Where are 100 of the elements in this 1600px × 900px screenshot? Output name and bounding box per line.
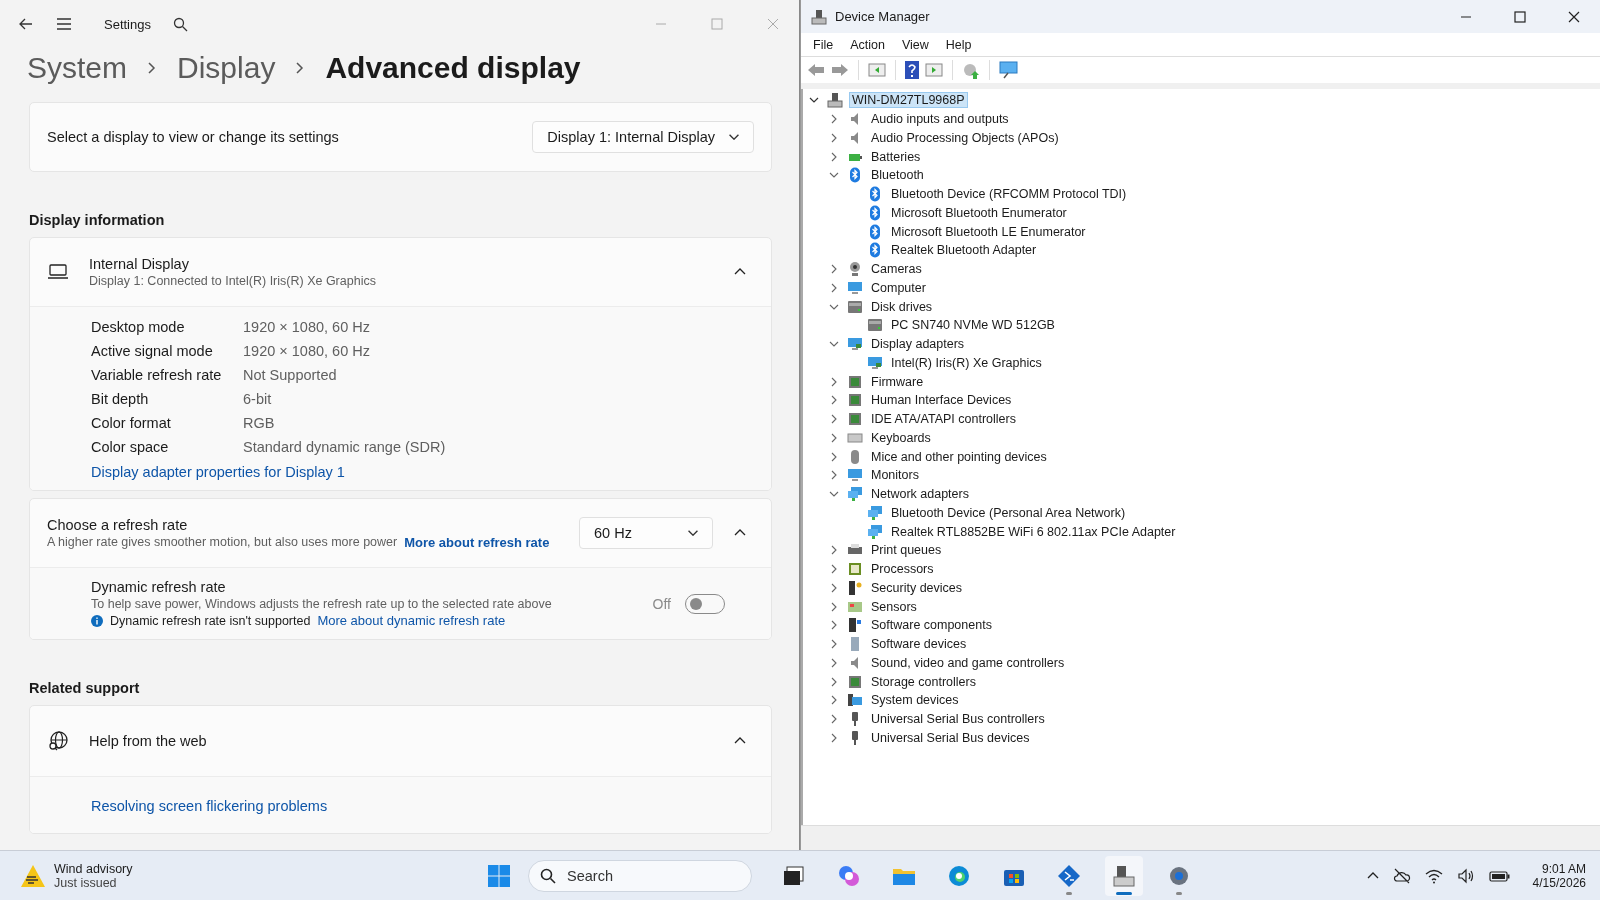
chevron-right-icon[interactable] — [829, 564, 839, 575]
start-icon[interactable] — [487, 863, 511, 888]
tree-item[interactable]: Firmware — [869, 374, 926, 389]
chevron-right-icon[interactable] — [829, 395, 839, 406]
tree-item[interactable]: Microsoft Bluetooth Enumerator — [889, 205, 1069, 220]
wind-warning-icon[interactable] — [20, 863, 46, 888]
device-icon — [847, 579, 863, 596]
monitor-icon — [847, 336, 863, 353]
webcam-icon — [847, 261, 863, 278]
back-icon[interactable] — [18, 16, 34, 32]
chevron-right-icon[interactable] — [829, 470, 839, 481]
tree-item[interactable]: Intel(R) Iris(R) Xe Graphics — [889, 355, 1044, 370]
chevron-right-icon[interactable] — [829, 376, 839, 387]
refresh-rate-link[interactable]: More about refresh rate — [404, 534, 550, 550]
chevron-right-icon[interactable] — [829, 620, 839, 631]
tree-item[interactable]: Sound, video and game controllers — [869, 655, 1067, 670]
close-icon[interactable] — [1568, 10, 1580, 23]
chevron-right-icon[interactable] — [829, 451, 839, 462]
clock-date[interactable]: 4/15/2026 — [1532, 875, 1586, 890]
tree-item[interactable]: Security devices — [869, 580, 964, 595]
chevron-right-icon[interactable] — [829, 639, 839, 650]
breadcrumb-item[interactable]: System — [27, 51, 128, 85]
breadcrumb-item[interactable]: Display — [177, 51, 276, 85]
info-note: Dynamic refresh rate isn't supported — [110, 613, 311, 628]
adapter-properties-link[interactable]: Display adapter properties for Display 1 — [91, 464, 711, 480]
tree-item[interactable]: Batteries — [869, 149, 923, 164]
chevron-right-icon[interactable] — [829, 695, 839, 706]
scan-hardware-icon[interactable] — [999, 61, 1019, 79]
tree-item[interactable]: Human Interface Devices — [869, 393, 1014, 408]
chevron-right-icon[interactable] — [829, 657, 839, 668]
tree-item[interactable]: Realtek Bluetooth Adapter — [889, 243, 1039, 258]
tree-item[interactable]: Universal Serial Bus devices — [869, 730, 1032, 745]
window-title: Settings — [104, 16, 151, 32]
search-field[interactable]: Search — [528, 859, 752, 892]
property-label: Variable refresh rate — [91, 367, 223, 383]
tree-item[interactable]: Microsoft Bluetooth LE Enumerator — [889, 224, 1088, 239]
panel-icon[interactable] — [925, 62, 943, 78]
tree-item[interactable]: Display adapters — [869, 337, 967, 352]
tree-item[interactable]: Computer — [869, 280, 928, 295]
tree-item[interactable]: Cameras — [869, 262, 924, 277]
tree-item[interactable]: Software devices — [869, 637, 969, 652]
tree-item[interactable]: Sensors — [869, 599, 919, 614]
chevron-right-icon[interactable] — [829, 282, 839, 293]
display-description: Display 1: Connected to Intel(R) Iris(R) Xe Graphics — [89, 274, 377, 288]
tree-item[interactable]: System devices — [869, 693, 961, 708]
refresh-rate-dropdown[interactable]: 60 Hz — [579, 517, 713, 549]
chevron-right-icon[interactable] — [829, 414, 839, 425]
tree-item[interactable]: WIN-DM27TL9968P — [849, 92, 968, 109]
chevron-right-icon[interactable] — [829, 114, 839, 125]
tree-item[interactable]: Bluetooth Device (Personal Area Network) — [889, 505, 1128, 520]
chevron-right-icon[interactable] — [829, 432, 839, 443]
help-icon[interactable] — [905, 61, 919, 79]
chevron-right-icon[interactable] — [829, 264, 839, 275]
tree-item[interactable]: Processors — [869, 562, 936, 577]
dynamic-refresh-link[interactable]: More about dynamic refresh rate — [317, 613, 506, 628]
menu-item[interactable]: View — [901, 37, 929, 52]
tree-item[interactable]: PC SN740 NVMe WD 512GB — [889, 318, 1057, 333]
clock-time[interactable]: 9:01 AM — [1541, 861, 1586, 876]
chevron-right-icon[interactable] — [829, 582, 839, 593]
computer-icon — [827, 92, 843, 109]
notification-title[interactable]: Wind advisory — [54, 861, 133, 876]
menu-item[interactable]: Help — [945, 37, 972, 52]
tree-item[interactable]: Mice and other pointing devices — [869, 449, 1049, 464]
tree-item[interactable]: Network adapters — [869, 487, 971, 502]
tree-item[interactable]: Realtek RTL8852BE WiFi 6 802.11ax PCIe Adapter — [889, 524, 1178, 539]
display-dropdown[interactable]: Display 1: Internal Display — [532, 121, 754, 153]
volume-icon[interactable] — [1456, 867, 1475, 884]
chevron-right-icon[interactable] — [829, 132, 839, 143]
update-driver-icon[interactable] — [962, 61, 980, 79]
tree-item[interactable]: Print queues — [869, 543, 944, 558]
chevron-right-icon[interactable] — [829, 676, 839, 687]
tree-item[interactable]: IDE ATA/ATAPI controllers — [869, 412, 1018, 427]
chevron-right-icon[interactable] — [829, 151, 839, 162]
wifi-icon[interactable] — [1424, 867, 1443, 884]
tree-item[interactable]: Bluetooth Device (RFCOMM Protocol TDI) — [889, 187, 1129, 202]
tree-item[interactable]: Universal Serial Bus controllers — [869, 712, 1047, 727]
menu-icon[interactable] — [56, 17, 72, 31]
tree-item[interactable]: Bluetooth — [869, 168, 926, 183]
chevron-right-icon[interactable] — [829, 732, 839, 743]
search-icon[interactable] — [173, 16, 188, 32]
tree-item[interactable]: Audio inputs and outputs — [869, 112, 1011, 127]
menu-item[interactable]: Action — [850, 37, 885, 52]
tree-item[interactable]: Disk drives — [869, 299, 935, 314]
property-label: Bit depth — [91, 391, 150, 407]
tree-item[interactable]: Software components — [869, 618, 994, 633]
devmgr-icon[interactable] — [1105, 855, 1143, 896]
tree-item[interactable]: Audio Processing Objects (APOs) — [869, 130, 1061, 145]
tree-item[interactable]: Storage controllers — [869, 674, 978, 689]
chevron-right-icon[interactable] — [829, 714, 839, 725]
menu-item[interactable]: File — [813, 37, 834, 52]
cloud-off-icon[interactable] — [1392, 867, 1411, 884]
chevron-right-icon[interactable] — [829, 601, 839, 612]
chevron-right-icon[interactable] — [829, 545, 839, 556]
help-link[interactable]: Resolving screen flickering problems — [91, 798, 328, 814]
back-arrow-icon[interactable] — [807, 62, 825, 78]
forward-arrow-icon[interactable] — [831, 62, 849, 78]
tree-item[interactable]: Monitors — [869, 468, 921, 483]
tree-item[interactable]: Keyboards — [869, 430, 933, 445]
properties-icon[interactable] — [868, 62, 886, 78]
maximize-icon[interactable] — [1514, 10, 1526, 23]
